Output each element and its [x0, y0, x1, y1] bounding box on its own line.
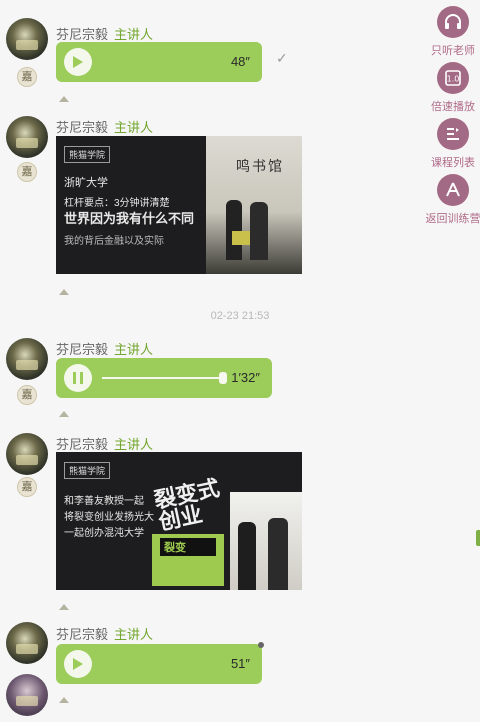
- sidebar-btn-list[interactable]: 课程列表: [418, 118, 480, 170]
- speaker-avatar[interactable]: [6, 338, 48, 380]
- sender-name: 芬尼宗毅: [56, 342, 109, 357]
- timestamp: 02-23 21:53: [210, 310, 270, 322]
- back-icon: [437, 174, 469, 206]
- sidebar-label: 课程列表: [431, 157, 475, 169]
- guest-badge: 嘉: [17, 477, 37, 497]
- book-cover: 裂变: [152, 534, 224, 586]
- guest-badge: 嘉: [17, 162, 37, 182]
- sender-role: 主讲人: [114, 27, 154, 42]
- voice-duration: 51″: [230, 656, 250, 671]
- logo-label: 熊猫学院: [64, 462, 111, 479]
- reply-icon[interactable]: [58, 410, 70, 418]
- list-icon: [437, 118, 469, 150]
- sender-name-row: 芬尼宗毅 主讲人: [56, 24, 153, 43]
- next-speaker-avatar[interactable]: [6, 674, 48, 716]
- card-line-4: 我的背后金融以及实际: [64, 236, 164, 247]
- sidebar-btn-listen[interactable]: 只听老师: [418, 6, 480, 58]
- progress-handle[interactable]: [219, 372, 227, 384]
- speed-glyph: 1.0: [447, 75, 460, 84]
- unread-dot: [258, 642, 264, 648]
- sender-name: 芬尼宗毅: [56, 120, 109, 135]
- voice-bubble-playing[interactable]: 1′32″: [56, 358, 272, 398]
- card-line-3: 一起创办混沌大学: [64, 528, 144, 539]
- sidebar-label: 返回训练营: [425, 213, 480, 225]
- sender-name: 芬尼宗毅: [56, 627, 109, 642]
- card-line-1: 浙旷大学: [64, 177, 108, 189]
- sender-name-row: 芬尼宗毅 主讲人: [56, 339, 153, 358]
- message-voice-1: 嘉 芬尼宗毅 主讲人 48″ ✓: [0, 0, 420, 110]
- voice-duration: 48″: [230, 54, 250, 69]
- headline-word: 裂变式创业: [151, 475, 222, 535]
- reply-icon[interactable]: [58, 603, 70, 611]
- reply-icon[interactable]: [58, 95, 70, 103]
- voice-bubble[interactable]: 48″: [56, 42, 262, 82]
- speaker-avatar[interactable]: [6, 433, 48, 475]
- photo: [230, 492, 302, 590]
- voice-bubble[interactable]: 51″: [56, 644, 262, 684]
- speaker-avatar[interactable]: [6, 622, 48, 664]
- calligraphy-text: 鸣书馆: [236, 158, 284, 174]
- reply-icon[interactable]: [58, 696, 70, 704]
- sender-name-row: 芬尼宗毅 主讲人: [56, 624, 153, 643]
- guest-badge: 嘉: [17, 385, 37, 405]
- sender-name-row: 芬尼宗毅 主讲人: [56, 434, 153, 453]
- speaker-avatar[interactable]: [6, 116, 48, 158]
- sender-name: 芬尼宗毅: [56, 437, 109, 452]
- speaker-avatar[interactable]: [6, 18, 48, 60]
- message-voice-2: 嘉 芬尼宗毅 主讲人 1′32″: [0, 330, 420, 420]
- card-line-2: 杠杆要点：3分钟讲清楚: [64, 198, 170, 209]
- audio-progress[interactable]: [102, 377, 222, 379]
- sender-role: 主讲人: [114, 342, 154, 357]
- sidebar-label: 只听老师: [431, 45, 475, 57]
- guest-badge: 嘉: [17, 67, 37, 87]
- pause-icon[interactable]: [64, 364, 92, 392]
- message-voice-3: 芬尼宗毅 主讲人 51″: [0, 620, 420, 722]
- message-image-2: 嘉 芬尼宗毅 主讲人 熊猫学院 和李善友教授一起 将裂变创业发扬光大 一起创办混沌…: [0, 425, 420, 620]
- sidebar-btn-back[interactable]: 返回训练营: [418, 174, 480, 226]
- course-image-card[interactable]: 熊猫学院 浙旷大学 杠杆要点：3分钟讲清楚 世界因为我有什么不同 我的背后金融以…: [56, 136, 302, 274]
- card-line-2: 将裂变创业发扬光大: [64, 512, 154, 523]
- card-line-3: 世界因为我有什么不同: [64, 211, 195, 226]
- voice-duration: 1′32″: [231, 370, 260, 385]
- photo: 鸣书馆: [206, 136, 302, 274]
- reply-icon[interactable]: [58, 288, 70, 296]
- sender-name-row: 芬尼宗毅 主讲人: [56, 117, 153, 136]
- play-icon[interactable]: [64, 48, 92, 76]
- read-check-icon: ✓: [276, 50, 288, 66]
- scroll-indicator[interactable]: [476, 530, 480, 546]
- sender-name: 芬尼宗毅: [56, 27, 109, 42]
- course-image-card[interactable]: 熊猫学院 和李善友教授一起 将裂变创业发扬光大 一起创办混沌大学 裂变式创业 裂…: [56, 452, 302, 590]
- play-icon[interactable]: [64, 650, 92, 678]
- card-line-1: 和李善友教授一起: [64, 496, 144, 507]
- logo-label: 熊猫学院: [64, 146, 111, 163]
- message-image-1: 嘉 芬尼宗毅 主讲人 熊猫学院 浙旷大学 杠杆要点：3分钟讲清楚 世界因为我有什么…: [0, 110, 420, 300]
- sender-role: 主讲人: [114, 437, 154, 452]
- sender-role: 主讲人: [114, 120, 154, 135]
- book-label: 裂变: [164, 542, 186, 554]
- speed-icon: 1.0: [437, 62, 469, 94]
- headphones-icon: [437, 6, 469, 38]
- sender-role: 主讲人: [114, 627, 154, 642]
- sidebar-label: 倍速播放: [431, 101, 475, 113]
- sidebar-btn-speed[interactable]: 1.0 倍速播放: [418, 62, 480, 114]
